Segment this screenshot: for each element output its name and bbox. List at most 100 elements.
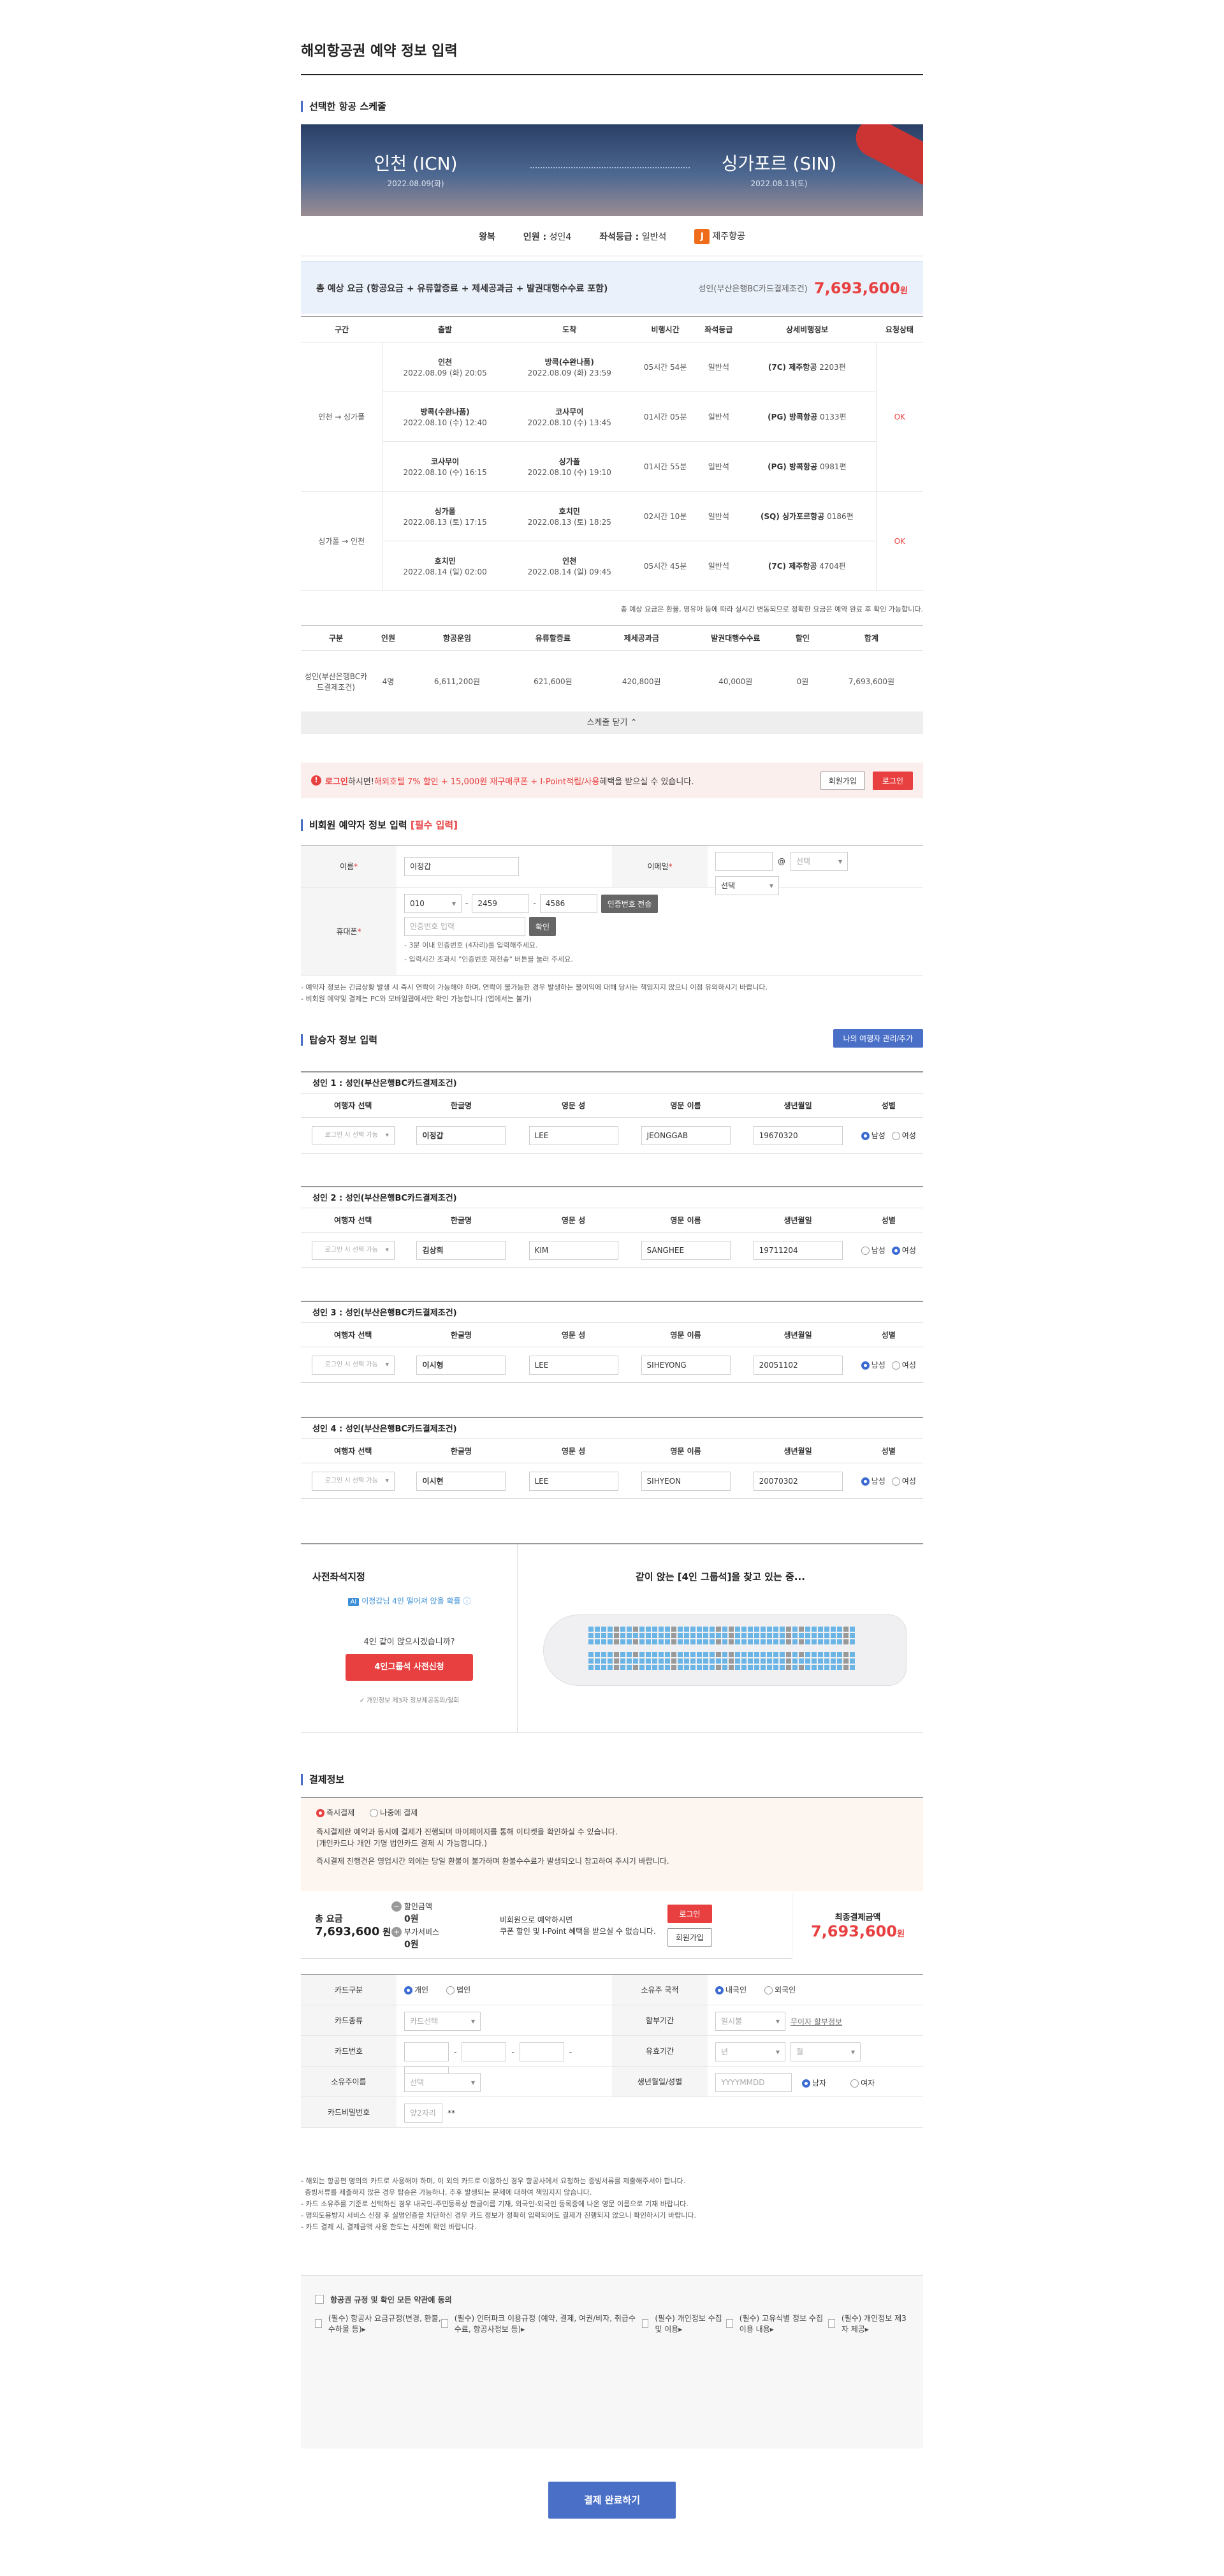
pay-later-radio[interactable]: 나중에 결제 [370, 1807, 418, 1819]
group-seat-request-button[interactable]: 4인그룹석 사전신청 [346, 1654, 473, 1681]
complete-payment-button[interactable]: 결제 완료하기 [548, 2482, 676, 2519]
seat [786, 1665, 791, 1670]
seat [824, 1652, 829, 1657]
class-cell: 일반석 [699, 491, 739, 541]
agree-item-checkbox[interactable]: (필수) 고유식별 정보 수집 이용 내용▸ [725, 2311, 828, 2336]
login-button[interactable]: 로그인 [872, 771, 913, 790]
seat [588, 1646, 594, 1651]
male-radio[interactable]: 남성 [861, 1246, 885, 1255]
male-radio[interactable]: 남성 [861, 1477, 885, 1486]
owner-female-radio[interactable]: 여자 [850, 2077, 875, 2088]
auth-hint-1: - 3분 이내 인증번호 (4자리)를 입력해주세요. [404, 941, 538, 949]
traveler-select[interactable]: 로그인 시 선택 가능 [311, 1471, 395, 1491]
seat [684, 1627, 689, 1632]
email-id-input[interactable] [715, 852, 773, 871]
interest-free-link[interactable]: 무이자 할부정보 [790, 2016, 842, 2027]
traveler-select[interactable]: 로그인 시 선택 가능 [311, 1125, 395, 1145]
passenger-last-input[interactable]: KIM [528, 1240, 618, 1260]
booker-note-1: - 예약자 정보는 긴급상황 발생 시 즉시 연락이 가능해야 하며, 연락이 … [301, 983, 768, 992]
agree-item-checkbox[interactable]: (필수) 인터파크 이용규정 (예약, 결제, 여권/비자, 취급수수료, 항공… [441, 2311, 642, 2336]
email-domain-select[interactable]: 선택 [790, 852, 848, 871]
email-label: 이메일 * [612, 845, 708, 887]
passenger-kr-input[interactable]: 이시형 [416, 1355, 506, 1375]
privacy-consent[interactable]: ✓ 개인정보 제3자 정보제공동의/철회 [301, 1695, 518, 1704]
passenger-first-input[interactable]: JEONGGAB [641, 1125, 731, 1145]
seat [837, 1665, 842, 1670]
traveler-select[interactable]: 로그인 시 선택 가능 [311, 1355, 395, 1375]
passenger-birth-input[interactable]: 20070302 [753, 1471, 843, 1491]
send-code-button[interactable]: 인증번호 전송 [601, 894, 659, 913]
check-circle-icon: ✓ [359, 1697, 365, 1704]
female-radio[interactable]: 여성 [891, 1131, 916, 1140]
passenger-last-input[interactable]: LEE [528, 1471, 618, 1491]
seat [837, 1627, 842, 1632]
auth-hint-2: - 입력시간 초과시 "인증번호 재전송" 버튼을 눌러 주세요. [404, 955, 573, 963]
male-radio[interactable]: 남성 [861, 1361, 885, 1370]
phone-middle-input[interactable]: 2459 [472, 894, 530, 913]
airline-info: J 제주항공 [694, 228, 745, 244]
passenger-kr-input[interactable]: 김상희 [416, 1240, 506, 1260]
owner-select[interactable]: 선택 [404, 2073, 481, 2092]
pay-join-button[interactable]: 회원가입 [667, 1928, 712, 1947]
agree-item-checkbox[interactable]: (필수) 개인정보 수집 및 이용▸ [641, 2311, 726, 2336]
installment-label: 할부기간 [612, 2005, 708, 2035]
passenger-birth-input[interactable]: 19711204 [753, 1240, 843, 1260]
seat [652, 1646, 657, 1651]
passenger-kr-input[interactable]: 이정갑 [416, 1125, 506, 1145]
seat [748, 1658, 753, 1664]
seat [659, 1627, 664, 1632]
expiry-year-select[interactable]: 년 [715, 2042, 785, 2061]
seat [741, 1627, 747, 1632]
phone-prefix-select[interactable]: 010 [404, 894, 462, 913]
auth-code-input[interactable]: 인증번호 입력 [404, 917, 525, 936]
seat [620, 1646, 625, 1651]
passenger-first-input[interactable]: SANGHEE [641, 1240, 731, 1260]
female-radio[interactable]: 여성 [891, 1246, 916, 1255]
passenger-last-input[interactable]: LEE [528, 1125, 618, 1145]
agree-item-checkbox[interactable]: (필수) 개인정보 제3자 제공▸ [828, 2311, 909, 2336]
seat [595, 1665, 600, 1670]
traveler-select[interactable]: 로그인 시 선택 가능 [311, 1240, 395, 1260]
seat [690, 1627, 696, 1632]
expiry-month-select[interactable]: 월 [790, 2042, 861, 2061]
personal-radio[interactable]: 개인 [404, 1984, 428, 1995]
seat [620, 1639, 625, 1644]
agree-all-checkbox[interactable]: 항공권 규정 및 확인 모든 약관에 동의 [315, 2287, 909, 2311]
foreign-radio[interactable]: 외국인 [764, 1984, 796, 1995]
pay-now-radio[interactable]: 즉시결제 [316, 1807, 354, 1819]
pay-login-button[interactable]: 로그인 [667, 1904, 712, 1923]
passenger-kr-input[interactable]: 이시현 [416, 1471, 506, 1491]
card-number-1[interactable] [404, 2042, 449, 2061]
passenger-first-input[interactable]: SIHEYONG [641, 1355, 731, 1375]
passenger-birth-input[interactable]: 20051102 [753, 1355, 843, 1375]
manage-travelers-button[interactable]: 나의 여행자 관리/추가 [833, 1029, 923, 1048]
female-radio[interactable]: 여성 [891, 1477, 916, 1486]
fare-amount: 7,693,600원 [813, 279, 908, 297]
passenger-birth-input[interactable]: 19670320 [753, 1125, 843, 1145]
name-input[interactable]: 이정갑 [404, 856, 519, 876]
domestic-radio[interactable]: 내국인 [715, 1984, 747, 1995]
male-radio[interactable]: 남성 [861, 1131, 885, 1140]
female-radio[interactable]: 여성 [891, 1361, 916, 1370]
card-number-3[interactable] [519, 2042, 564, 2061]
info-icon[interactable]: ⓘ [463, 1597, 470, 1606]
seat [729, 1665, 734, 1670]
card-number-2[interactable] [462, 2042, 507, 2061]
close-schedule-button[interactable]: 스케줄 닫기 ⌃ [301, 712, 923, 734]
owner-birth-input[interactable]: YYYYMMDD [715, 2073, 792, 2092]
seat [773, 1658, 778, 1664]
passenger-last-input[interactable]: LEE [528, 1355, 618, 1375]
corp-radio[interactable]: 법인 [446, 1984, 470, 1995]
seat [824, 1646, 829, 1651]
agree-item-checkbox[interactable]: (필수) 항공사 요금규정(변경, 환불, 수하물 등)▸ [315, 2311, 441, 2336]
confirm-code-button[interactable]: 확인 [529, 917, 557, 936]
phone-last-input[interactable]: 4586 [539, 894, 597, 913]
promo-login-link[interactable]: 로그인 [325, 775, 348, 787]
passenger-first-input[interactable]: SIHYEON [641, 1471, 731, 1491]
passenger-table: 여행자 선택한글명영문 성영문 이름생년월일성별로그인 시 선택 가능 이정갑 LE… [301, 1093, 923, 1153]
card-kind-select[interactable]: 카드선택 [404, 2012, 481, 2031]
join-button[interactable]: 회원가입 [820, 771, 865, 790]
owner-male-radio[interactable]: 남자 [802, 2077, 826, 2088]
installment-select[interactable]: 일시불 [715, 2012, 785, 2031]
card-pw-input[interactable]: 앞2자리 [404, 2104, 442, 2123]
